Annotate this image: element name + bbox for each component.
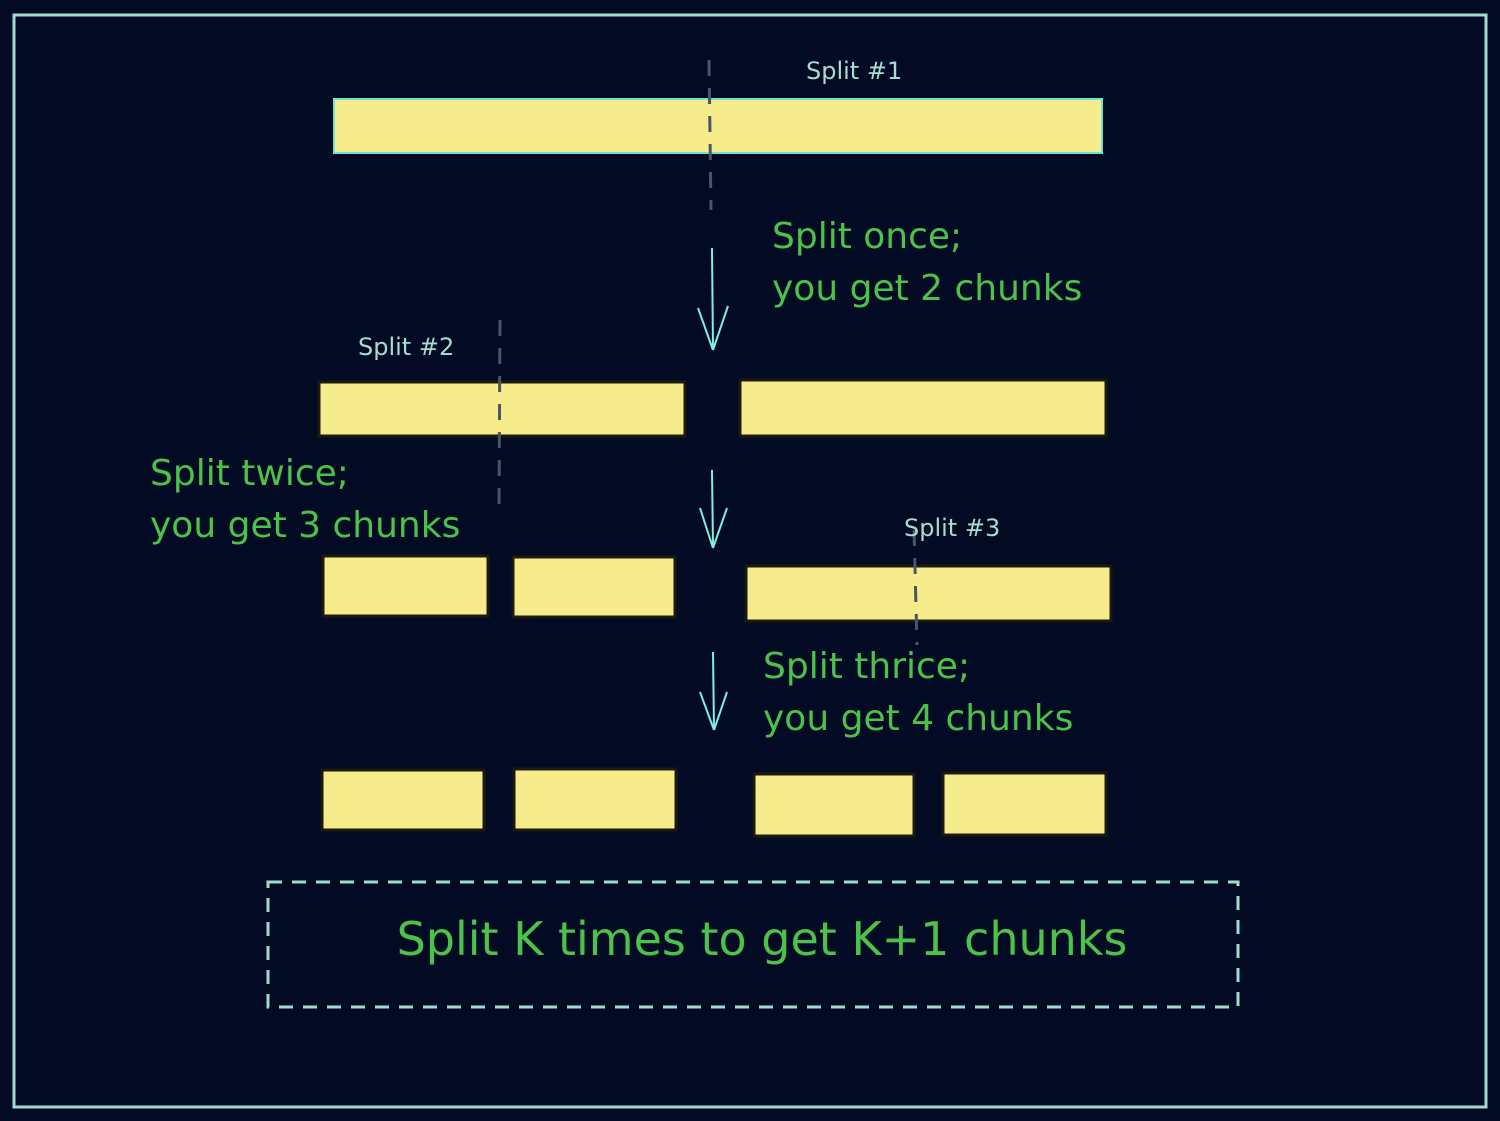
summary-text: Split K times to get K+1 chunks	[397, 912, 1128, 966]
diagram-canvas: Split #1 Split once; you get 2 chunks Sp…	[12, 13, 1488, 1109]
split-line-3	[912, 529, 919, 646]
chunk-row3-2	[511, 555, 677, 619]
chunk-row4-3	[752, 772, 916, 838]
split-label-2: Split #2	[358, 333, 454, 361]
caption-2-line2: you get 3 chunks	[150, 505, 460, 546]
arrow-down-icon	[699, 651, 728, 731]
arrow-down-icon	[699, 469, 728, 549]
chunk-row4-4	[941, 771, 1108, 837]
chunk-row3-3	[744, 564, 1113, 623]
caption-1-line1: Split once;	[772, 216, 962, 257]
caption-3-line2: you get 4 chunks	[763, 698, 1073, 739]
chunk-row3-1	[321, 554, 490, 618]
split-line-2	[497, 319, 502, 511]
chunk-row2-1	[317, 380, 687, 438]
arrow-down-icon	[697, 247, 729, 351]
caption-2-line1: Split twice;	[150, 453, 349, 494]
split-label-1: Split #1	[806, 57, 902, 85]
caption-1-line2: you get 2 chunks	[772, 268, 1082, 309]
chunk-row4-1	[320, 768, 486, 832]
caption-3-line1: Split thrice;	[763, 646, 970, 687]
chunk-row4-2	[512, 767, 678, 832]
chunk-row1-1	[333, 98, 1103, 154]
split-label-3: Split #3	[904, 514, 1000, 542]
chunk-row2-2	[738, 378, 1108, 438]
